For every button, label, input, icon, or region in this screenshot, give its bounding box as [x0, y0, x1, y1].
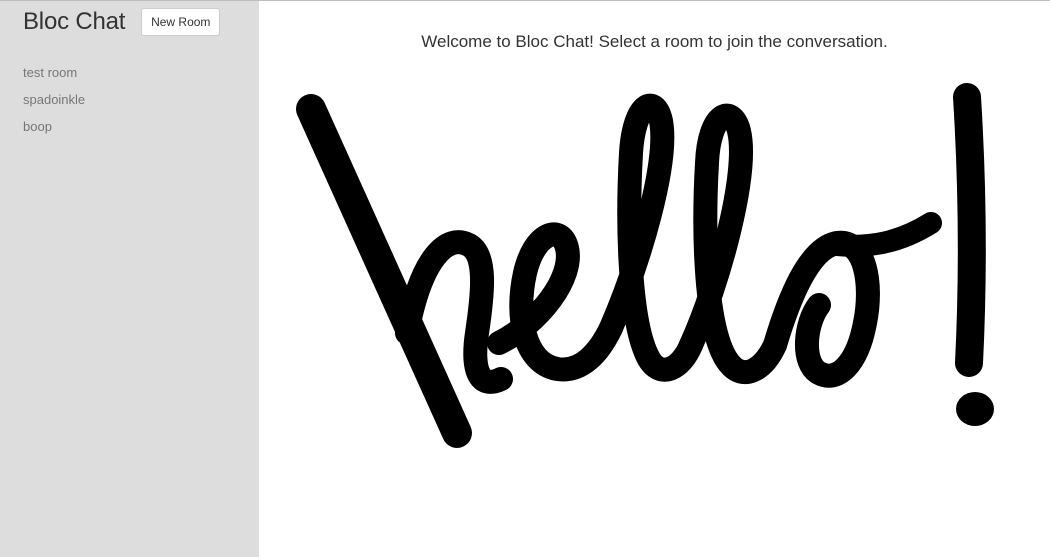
- welcome-message: Welcome to Bloc Chat! Select a room to j…: [421, 32, 888, 51]
- sidebar-header: Bloc Chat New Room: [23, 0, 259, 64]
- hello-letter-l1: [599, 94, 703, 382]
- room-item-test-room[interactable]: test room: [23, 64, 259, 91]
- room-item-boop[interactable]: boop: [23, 118, 259, 145]
- sidebar: Bloc Chat New Room test room spadoinkle …: [0, 1, 259, 557]
- room-item-spadoinkle[interactable]: spadoinkle: [23, 91, 259, 118]
- app-window: Bloc Chat New Room test room spadoinkle …: [0, 0, 1050, 557]
- hello-exclamation-dot: [956, 392, 994, 426]
- hello-letter-o: [763, 230, 880, 388]
- room-list: test room spadoinkle boop: [23, 64, 259, 145]
- hello-illustration: [296, 83, 994, 448]
- hello-exclamation-bar: [953, 83, 986, 377]
- hello-letter-l2: [679, 103, 787, 385]
- main-content: Welcome to Bloc Chat! Select a room to j…: [259, 1, 1050, 557]
- app-title: Bloc Chat: [23, 8, 126, 35]
- new-room-button[interactable]: New Room: [141, 8, 221, 36]
- hello-letter-e: [487, 222, 623, 382]
